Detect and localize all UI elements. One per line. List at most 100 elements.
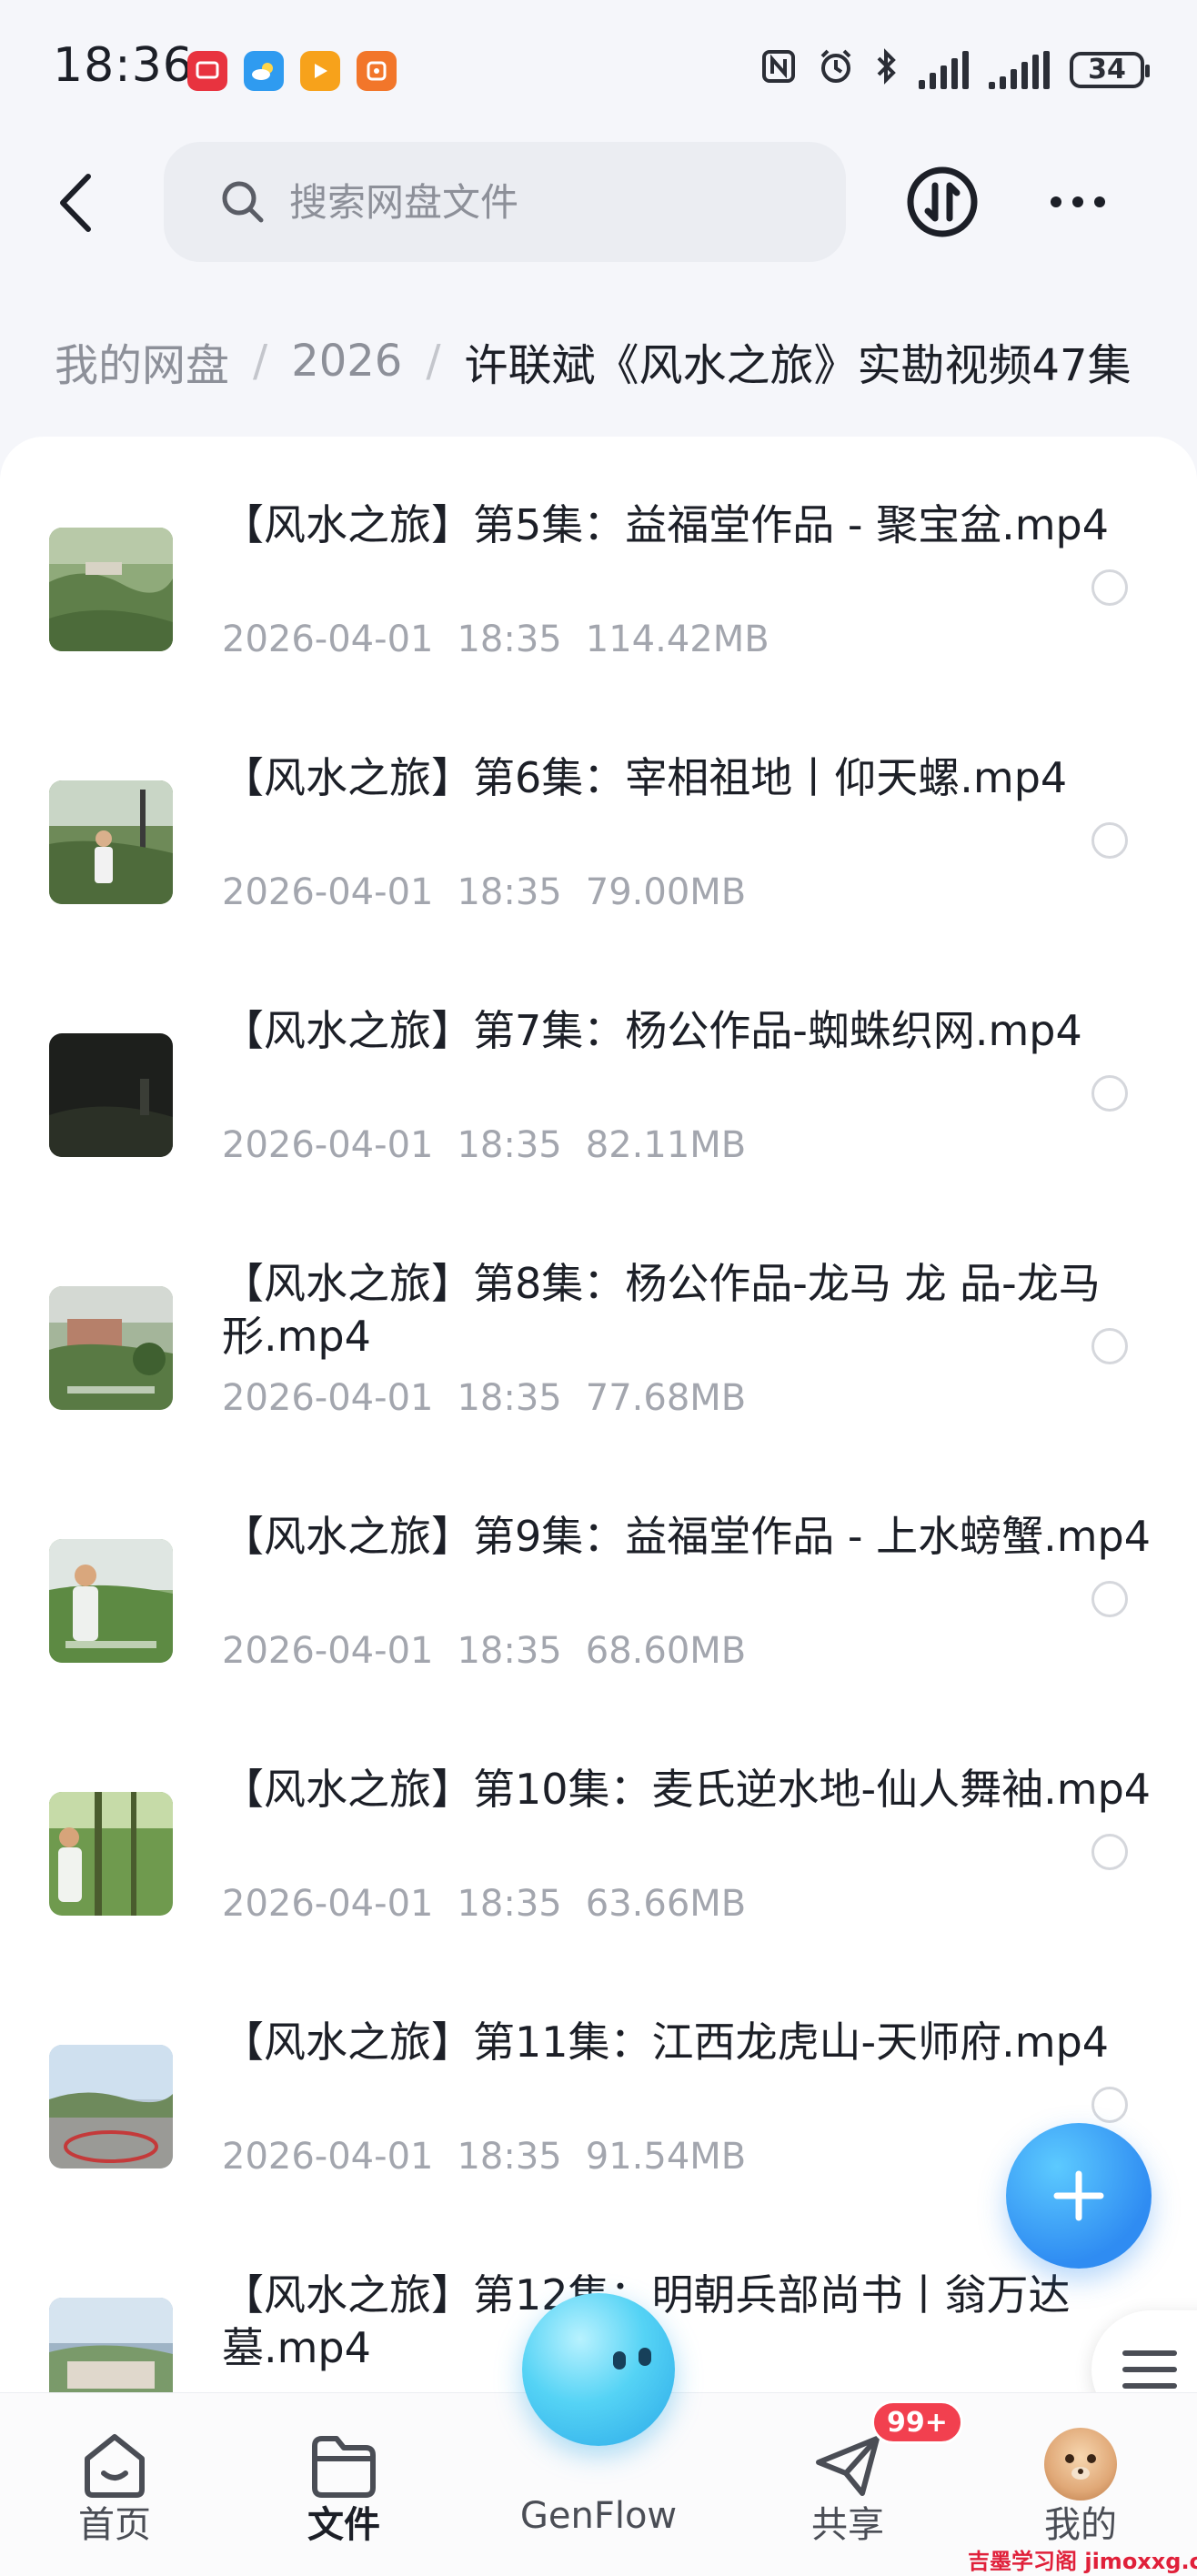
- file-meta: 2026-04-01 18:35 82.11MB: [222, 1124, 770, 1166]
- video-thumbnail: [49, 1539, 173, 1663]
- player-app-icon: [357, 51, 397, 91]
- file-row[interactable]: 【风水之旅】第5集：益福堂作品 - 聚宝盆.mp4 2026-04-01 18:3…: [0, 437, 1197, 689]
- menu-line-icon: [1122, 2350, 1177, 2356]
- file-time: 18:35: [457, 1630, 562, 1672]
- paper-plane-icon: [816, 2436, 880, 2496]
- status-time: 18:36: [53, 38, 194, 93]
- signal-icon: [989, 50, 1050, 89]
- tab-label: 我的: [1044, 2504, 1117, 2546]
- file-size: 79.00MB: [585, 871, 747, 913]
- chevron-left-icon: [60, 174, 91, 232]
- notification-icons: [187, 51, 397, 91]
- file-date: 2026-04-01: [222, 871, 434, 913]
- file-time: 18:35: [457, 1124, 562, 1166]
- select-checkbox[interactable]: [1091, 822, 1128, 859]
- video-thumbnail: [49, 1286, 173, 1410]
- back-button[interactable]: [44, 162, 107, 244]
- file-size: 63.66MB: [585, 1883, 747, 1925]
- menu-line-icon: [1122, 2383, 1177, 2389]
- genflow-orb-icon[interactable]: [522, 2293, 675, 2446]
- more-dot-icon: [1051, 196, 1061, 207]
- tab-label: 文件: [307, 2504, 380, 2546]
- file-size: 91.54MB: [585, 2136, 747, 2178]
- file-name: 【风水之旅】第7集：杨公作品-蜘蛛织网.mp4: [222, 1006, 1082, 1055]
- file-time: 18:35: [457, 1377, 562, 1419]
- tab-label: 共享: [811, 2504, 884, 2546]
- select-checkbox[interactable]: [1091, 1328, 1128, 1364]
- file-meta: 2026-04-01 18:35 68.60MB: [222, 1630, 770, 1672]
- video-thumbnail: [49, 2298, 173, 2392]
- video-thumbnail: [49, 528, 173, 651]
- system-status: 34: [760, 47, 1150, 92]
- breadcrumb-separator: /: [426, 336, 441, 387]
- breadcrumb-item-root[interactable]: 我的网盘: [55, 329, 229, 393]
- orb-eye: [613, 2351, 626, 2370]
- file-name: 【风水之旅】第6集：宰相祖地丨仰天螺.mp4: [222, 753, 1068, 802]
- file-row[interactable]: 【风水之旅】第7集：杨公作品-蜘蛛织网.mp4 2026-04-01 18:35 8…: [0, 942, 1197, 1195]
- file-name: 【风水之旅】第11集：江西龙虎山-天师府.mp4: [222, 2018, 1110, 2067]
- file-list: 【风水之旅】第5集：益福堂作品 - 聚宝盆.mp4 2026-04-01 18:3…: [0, 437, 1197, 2392]
- file-date: 2026-04-01: [222, 619, 434, 660]
- nfc-icon: [760, 48, 797, 91]
- transfer-icon: [907, 166, 978, 237]
- orb-eye: [639, 2348, 651, 2366]
- plus-icon: [1053, 2170, 1104, 2221]
- video-thumbnail: [49, 2045, 173, 2168]
- file-meta: 2026-04-01 18:35 63.66MB: [222, 1883, 770, 1925]
- breadcrumb-item-year[interactable]: 2026: [291, 336, 402, 387]
- status-bar: 18:36 34: [0, 0, 1197, 136]
- select-checkbox[interactable]: [1091, 1581, 1128, 1617]
- file-row[interactable]: 【风水之旅】第8集：杨公作品-龙马 龙 品-龙马形.mp4 2026-04-01…: [0, 1195, 1197, 1448]
- file-row[interactable]: 【风水之旅】第6集：宰相祖地丨仰天螺.mp4 2026-04-01 18:35 79…: [0, 689, 1197, 942]
- file-meta: 2026-04-01 18:35 114.42MB: [222, 619, 793, 660]
- transfer-button[interactable]: [904, 164, 981, 240]
- file-name: 【风水之旅】第12集：明朝兵部尚书丨翁万达墓.mp4: [222, 2270, 1071, 2372]
- video-thumbnail: [49, 1033, 173, 1157]
- more-dot-icon: [1094, 196, 1105, 207]
- battery-icon: 34: [1070, 51, 1150, 88]
- breadcrumb: 我的网盘 / 2026 / 许联斌《风水之旅》实勘视频47集: [55, 329, 1182, 393]
- search-input[interactable]: [289, 179, 799, 225]
- file-date: 2026-04-01: [222, 1630, 434, 1672]
- file-meta: 2026-04-01 18:35 79.00MB: [222, 871, 770, 913]
- breadcrumb-current-folder: 许联斌《风水之旅》实勘视频47集: [464, 340, 1132, 391]
- select-checkbox[interactable]: [1091, 2087, 1128, 2123]
- file-meta: 2026-04-01 18:35 77.68MB: [222, 1377, 770, 1419]
- more-options-button[interactable]: [1037, 173, 1119, 231]
- file-date: 2026-04-01: [222, 1883, 434, 1925]
- file-time: 18:35: [457, 1883, 562, 1925]
- select-checkbox[interactable]: [1091, 1834, 1128, 1870]
- search-bar[interactable]: [164, 142, 846, 262]
- file-time: 18:35: [457, 871, 562, 913]
- avatar[interactable]: [1044, 2428, 1117, 2501]
- tab-label: 首页: [78, 2504, 151, 2546]
- top-navigation: [0, 136, 1197, 273]
- app-notification-icon: [187, 51, 227, 91]
- file-name: 【风水之旅】第10集：麦氏逆水地-仙人舞袖.mp4: [222, 1765, 1152, 1814]
- file-time: 18:35: [457, 2136, 562, 2178]
- tab-label: GenFlow: [519, 2495, 678, 2537]
- file-size: 68.60MB: [585, 1630, 747, 1672]
- home-icon: [85, 2434, 145, 2498]
- file-date: 2026-04-01: [222, 2136, 434, 2178]
- file-date: 2026-04-01: [222, 1377, 434, 1419]
- file-time: 18:35: [457, 619, 562, 660]
- video-thumbnail: [49, 780, 173, 904]
- file-name: 【风水之旅】第9集：益福堂作品 - 上水螃蟹.mp4: [222, 1512, 1152, 1561]
- select-checkbox[interactable]: [1091, 569, 1128, 606]
- video-app-icon: [300, 51, 340, 91]
- alarm-icon: [817, 47, 855, 92]
- select-checkbox[interactable]: [1091, 1075, 1128, 1112]
- file-name: 【风水之旅】第8集：杨公作品-龙马 龙 品-龙马形.mp4: [222, 1259, 1101, 1361]
- tab-home[interactable]: 首页: [24, 2393, 206, 2576]
- add-button[interactable]: [1006, 2123, 1152, 2269]
- file-name: 【风水之旅】第5集：益福堂作品 - 聚宝盆.mp4: [222, 500, 1110, 549]
- video-thumbnail: [49, 1792, 173, 1916]
- file-row[interactable]: 【风水之旅】第10集：麦氏逆水地-仙人舞袖.mp4 2026-04-01 18:3…: [0, 1701, 1197, 1954]
- file-date: 2026-04-01: [222, 1124, 434, 1166]
- notification-badge: 99+: [871, 2400, 963, 2444]
- folder-icon: [312, 2436, 376, 2498]
- file-row[interactable]: 【风水之旅】第9集：益福堂作品 - 上水螃蟹.mp4 2026-04-01 18:…: [0, 1448, 1197, 1701]
- tab-files[interactable]: 文件: [253, 2393, 435, 2576]
- file-size: 82.11MB: [585, 1124, 747, 1166]
